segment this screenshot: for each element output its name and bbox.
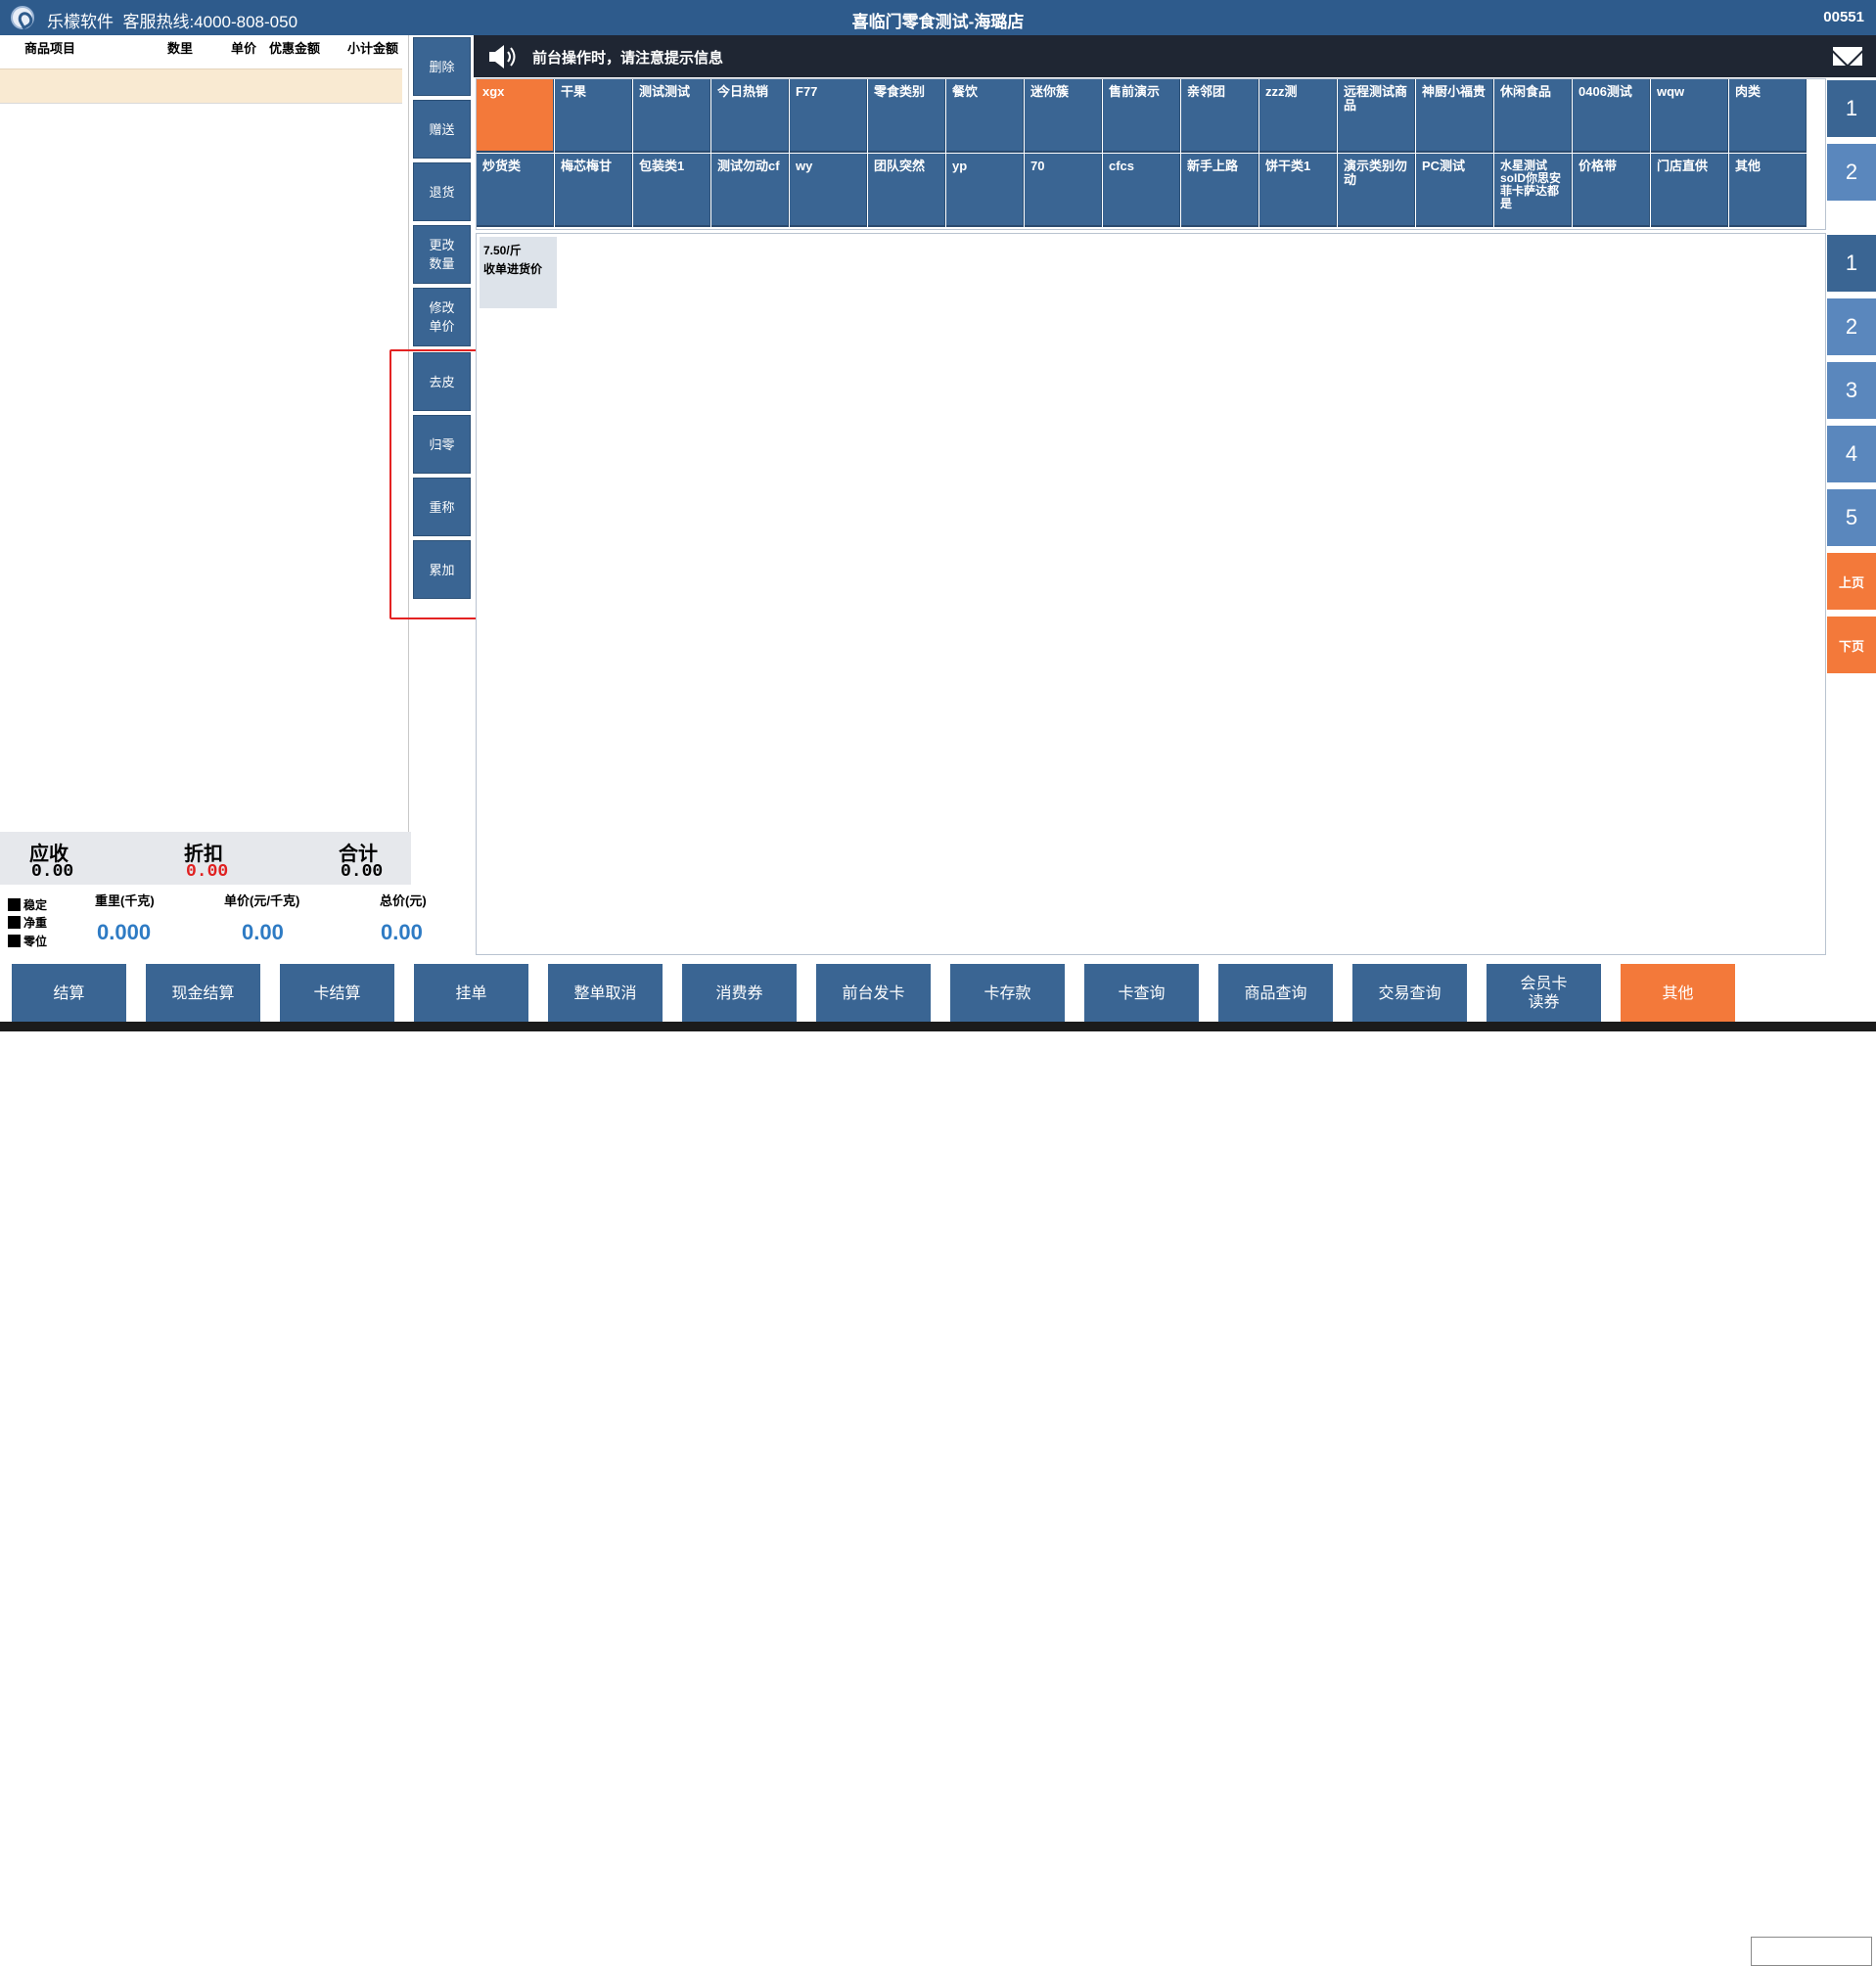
- member-card-coupon-button[interactable]: 会员卡 读券: [1487, 964, 1601, 1023]
- receivable-value: 0.00: [31, 862, 74, 882]
- other-button[interactable]: 其他: [1621, 964, 1735, 1023]
- category-page-2[interactable]: 2: [1827, 144, 1876, 203]
- category-tab[interactable]: 0406测试: [1573, 79, 1650, 153]
- category-tab[interactable]: F77: [790, 79, 867, 153]
- category-tab[interactable]: 远程测试商品: [1338, 79, 1415, 153]
- category-tab[interactable]: zzz测: [1259, 79, 1337, 153]
- category-tab[interactable]: PC测试: [1416, 154, 1493, 227]
- product-name: 收单进货价: [483, 262, 543, 276]
- category-tab[interactable]: 新手上路: [1181, 154, 1258, 227]
- product-page-3[interactable]: 3: [1827, 362, 1876, 421]
- category-tab[interactable]: 70: [1025, 154, 1102, 227]
- cancel-order-button[interactable]: 整单取消: [548, 964, 663, 1023]
- col-item: 商品项目: [24, 41, 76, 56]
- card-deposit-button[interactable]: 卡存款: [950, 964, 1065, 1023]
- category-page-1[interactable]: 1: [1827, 80, 1876, 139]
- notice-bar: 前台操作时，请注意提示信息: [474, 35, 1876, 77]
- product-page-5[interactable]: 5: [1827, 489, 1876, 548]
- category-tab[interactable]: 价格带: [1573, 154, 1650, 227]
- gift-button[interactable]: 赠送: [413, 100, 471, 159]
- discount-value: 0.00: [186, 862, 229, 882]
- card-query-button[interactable]: 卡查询: [1084, 964, 1199, 1023]
- col-qty: 数里: [167, 41, 194, 56]
- category-tab[interactable]: cfcs: [1103, 154, 1180, 227]
- category-tab[interactable]: 炒货类: [477, 154, 554, 227]
- mail-icon[interactable]: [1833, 47, 1862, 66]
- unit-price-value: 0.00: [242, 920, 284, 944]
- scale-status-zero: 零位: [8, 933, 47, 949]
- product-page-4[interactable]: 4: [1827, 426, 1876, 484]
- weight-label: 重里(千克): [95, 893, 155, 908]
- next-page-button[interactable]: 下页: [1827, 617, 1876, 675]
- category-tab[interactable]: 迷你簇: [1025, 79, 1102, 153]
- category-tab[interactable]: 今日热销: [711, 79, 789, 153]
- total-value: 0.00: [341, 862, 384, 882]
- store-name: 喜临门零食测试-海璐店: [851, 13, 1025, 31]
- category-tab[interactable]: 测试测试: [633, 79, 710, 153]
- col-subtotal: 小计金额: [347, 41, 399, 56]
- bottom-toolbar: 结算 现金结算 卡结算 挂单 整单取消 消费券 前台发卡 卡存款 卡查询 商品查询 交易查询 会员卡 …: [0, 958, 1876, 1966]
- category-grid: xgx 干果 测试测试 今日热销 F77 零食类别 餐饮 迷你簇 售前演示 亲邻团 zzz测 远程测试…: [476, 78, 1826, 230]
- speaker-icon[interactable]: [487, 44, 521, 69]
- category-tab[interactable]: wqw: [1651, 79, 1728, 153]
- order-row-selected[interactable]: [0, 69, 402, 104]
- category-tab[interactable]: 休闲食品: [1494, 79, 1572, 153]
- category-tab[interactable]: 门店直供: [1651, 154, 1728, 227]
- transaction-query-button[interactable]: 交易查询: [1352, 964, 1467, 1023]
- product-tile[interactable]: 7.50/斤 收单进货价: [480, 237, 557, 308]
- category-tab[interactable]: 演示类别勿动: [1338, 154, 1415, 227]
- coupon-button[interactable]: 消费券: [682, 964, 797, 1023]
- issue-card-button[interactable]: 前台发卡: [816, 964, 931, 1023]
- category-tab[interactable]: 梅芯梅甘: [555, 154, 632, 227]
- product-price: 7.50/斤: [483, 244, 522, 257]
- category-tab[interactable]: 亲邻团: [1181, 79, 1258, 153]
- prev-page-button[interactable]: 上页: [1827, 553, 1876, 612]
- unit-price-label: 单价(元/千克): [224, 893, 300, 908]
- scale-status-stable: 稳定: [8, 896, 47, 913]
- terminal-code: 00551: [1823, 9, 1864, 25]
- total-price-value: 0.00: [381, 920, 423, 944]
- taskbar-strip: [0, 1022, 1876, 1031]
- barcode-input[interactable]: [1751, 1937, 1872, 1966]
- category-tab[interactable]: xgx: [477, 79, 554, 153]
- hold-order-button[interactable]: 挂单: [414, 964, 528, 1023]
- category-tab[interactable]: 团队突然: [868, 154, 945, 227]
- category-tab[interactable]: 干果: [555, 79, 632, 153]
- change-price-button[interactable]: 修改 单价: [413, 288, 471, 346]
- cash-checkout-button[interactable]: 现金结算: [146, 964, 260, 1023]
- product-page-2[interactable]: 2: [1827, 298, 1876, 357]
- order-table-header: 商品项目 数里 单价 优惠金额 小计金额: [0, 35, 402, 69]
- total-price-label: 总价(元): [380, 893, 427, 908]
- category-tab[interactable]: 餐饮: [946, 79, 1024, 153]
- return-button[interactable]: 退货: [413, 162, 471, 221]
- category-tab[interactable]: 饼干类1: [1259, 154, 1337, 227]
- category-tab[interactable]: 测试勿动cf: [711, 154, 789, 227]
- col-price: 单价: [231, 41, 257, 56]
- category-tab[interactable]: 包装类1: [633, 154, 710, 227]
- weight-value: 0.000: [97, 920, 152, 944]
- product-area: 7.50/斤 收单进货价: [476, 233, 1826, 955]
- category-tab[interactable]: 水星测试soID你思安菲卡萨达都是: [1494, 154, 1572, 227]
- scale-status-net: 净重: [8, 914, 47, 931]
- change-qty-button[interactable]: 更改 数量: [413, 225, 471, 284]
- scale-panel: 稳定 净重 零位 重里(千克) 0.000 单价(元/千克) 0.00 总价(元…: [0, 885, 474, 958]
- totals-panel: 应收 0.00 折扣 0.00 合计 0.00: [0, 832, 411, 885]
- delete-button[interactable]: 删除: [413, 37, 471, 96]
- title-bar: 乐檬软件 客服热线:4000-808-050 喜临门零食测试-海璐店 00551: [0, 0, 1876, 35]
- product-query-button[interactable]: 商品查询: [1218, 964, 1333, 1023]
- category-tab[interactable]: 零食类别: [868, 79, 945, 153]
- card-checkout-button[interactable]: 卡结算: [280, 964, 394, 1023]
- category-tab[interactable]: 其他: [1729, 154, 1807, 227]
- category-tab[interactable]: 售前演示: [1103, 79, 1180, 153]
- notice-text: 前台操作时，请注意提示信息: [532, 50, 724, 67]
- checkout-button[interactable]: 结算: [12, 964, 126, 1023]
- category-tab[interactable]: yp: [946, 154, 1024, 227]
- category-tab[interactable]: 肉类: [1729, 79, 1807, 153]
- category-tab[interactable]: 神厨小福贵: [1416, 79, 1493, 153]
- category-tab[interactable]: wy: [790, 154, 867, 227]
- product-page-1[interactable]: 1: [1827, 235, 1876, 294]
- col-discount: 优惠金额: [269, 41, 321, 56]
